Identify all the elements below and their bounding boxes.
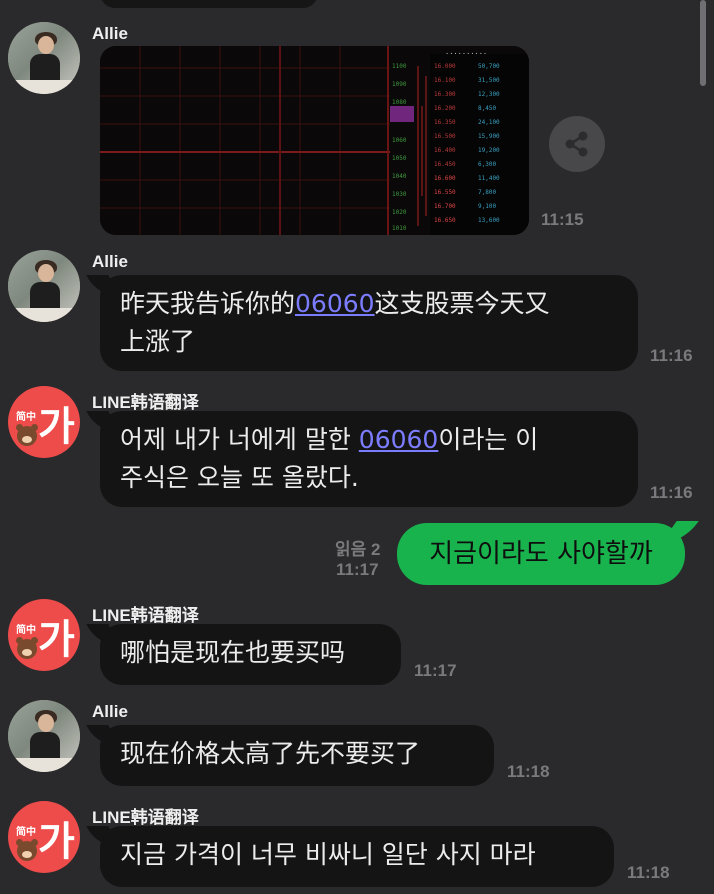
stock-code-link[interactable]: 06060 — [359, 425, 439, 454]
message-time: 11:17 — [336, 560, 379, 579]
svg-text:16.650: 16.650 — [434, 217, 456, 224]
sender-name: Allie — [92, 252, 128, 271]
allie-avatar[interactable] — [8, 700, 80, 772]
message-time: 11:18 — [627, 863, 670, 882]
svg-text:16.000: 16.000 — [434, 63, 456, 70]
svg-text:16.200: 16.200 — [434, 105, 456, 112]
share-icon — [565, 131, 588, 157]
svg-text:..........: .......... — [445, 48, 487, 56]
svg-text:24,100: 24,100 — [478, 119, 500, 126]
svg-text:1090: 1090 — [392, 81, 407, 88]
message-bubble[interactable]: 어제 내가 너에게 말한 06060이라는 이 주식은 오늘 또 올랐다. — [100, 411, 638, 507]
my-message-bubble[interactable]: 지금이라도 사야할까 — [397, 523, 685, 585]
svg-text:50,700: 50,700 — [478, 63, 500, 70]
svg-text:16.400: 16.400 — [434, 147, 456, 154]
translator-avatar[interactable]: 简中 가 — [8, 386, 80, 458]
svg-text:1010: 1010 — [392, 225, 407, 232]
translator-avatar[interactable]: 简中 가 — [8, 599, 80, 671]
svg-text:15,900: 15,900 — [478, 133, 500, 140]
message-time: 11:17 — [414, 661, 457, 680]
stock-screenshot-graphic: 1100 1090 1080 1060 1050 1040 1030 1020 1010 .… — [100, 46, 529, 235]
message-bubble[interactable]: 哪怕是现在也要买吗 — [100, 624, 401, 685]
svg-text:1020: 1020 — [392, 209, 407, 216]
message-time: 11:15 — [541, 210, 584, 229]
message-bubble[interactable]: 지금 가격이 너무 비싸니 일단 사지 마라 — [100, 826, 614, 887]
svg-text:11,400: 11,400 — [478, 175, 500, 182]
svg-text:16.450: 16.450 — [434, 161, 456, 168]
svg-text:1060: 1060 — [392, 137, 407, 144]
svg-text:16.600: 16.600 — [434, 175, 456, 182]
svg-text:16.550: 16.550 — [434, 189, 456, 196]
svg-text:12,300: 12,300 — [478, 91, 500, 98]
stock-code-link[interactable]: 06060 — [295, 289, 375, 318]
previous-message-bubble — [100, 0, 318, 8]
message-text: 지금이라도 사야할까 — [429, 539, 653, 569]
sender-name: LINE韩语翻译 — [92, 393, 199, 412]
svg-text:16.100: 16.100 — [434, 77, 456, 84]
message-bubble[interactable]: 昨天我告诉你的06060这支股票今天又 上涨了 — [100, 275, 638, 371]
message-time: 11:16 — [650, 346, 693, 365]
allie-avatar[interactable] — [8, 22, 80, 94]
stock-screenshot-image[interactable]: 1100 1090 1080 1060 1050 1040 1030 1020 1010 .… — [100, 46, 529, 235]
svg-text:1080: 1080 — [392, 99, 407, 106]
message-text-line-2: 上涨了 — [120, 327, 196, 356]
svg-text:1040: 1040 — [392, 173, 407, 180]
sender-name: LINE韩语翻译 — [92, 606, 199, 625]
svg-text:19,200: 19,200 — [478, 147, 500, 154]
svg-text:9,100: 9,100 — [478, 203, 496, 210]
svg-text:13,600: 13,600 — [478, 217, 500, 224]
svg-text:16.350: 16.350 — [434, 119, 456, 126]
message-time: 11:18 — [507, 762, 550, 781]
message-bubble[interactable]: 现在价格太高了先不要买了 — [100, 725, 494, 786]
sender-name: Allie — [92, 702, 128, 721]
share-button[interactable] — [549, 116, 605, 172]
svg-text:16.500: 16.500 — [434, 133, 456, 140]
message-text-line-1: 昨天我告诉你的06060这支股票今天又 — [120, 289, 550, 318]
translator-avatar[interactable]: 简中 가 — [8, 801, 80, 873]
svg-text:7,800: 7,800 — [478, 189, 496, 196]
scrollbar[interactable] — [700, 0, 706, 86]
svg-text:8,450: 8,450 — [478, 105, 496, 112]
message-text: 哪怕是现在也要买吗 — [120, 638, 346, 667]
sender-name: Allie — [92, 24, 128, 43]
svg-text:6,300: 6,300 — [478, 161, 496, 168]
read-receipt: 읽음 2 — [335, 540, 381, 559]
svg-text:1050: 1050 — [392, 155, 407, 162]
svg-text:1030: 1030 — [392, 191, 407, 198]
svg-text:1100: 1100 — [392, 63, 407, 70]
message-text: 现在价格太高了先不要买了 — [120, 739, 421, 768]
svg-text:16.300: 16.300 — [434, 91, 456, 98]
message-text-line-1: 어제 내가 너에게 말한 06060이라는 이 — [120, 425, 539, 454]
message-time: 11:16 — [650, 483, 693, 502]
message-text: 지금 가격이 너무 비싸니 일단 사지 마라 — [120, 840, 536, 869]
svg-text:16.700: 16.700 — [434, 203, 456, 210]
sender-name: LINE韩语翻译 — [92, 808, 199, 827]
svg-text:31,500: 31,500 — [478, 77, 500, 84]
allie-avatar[interactable] — [8, 250, 80, 322]
message-text-line-2: 주식은 오늘 또 올랐다. — [120, 463, 359, 492]
